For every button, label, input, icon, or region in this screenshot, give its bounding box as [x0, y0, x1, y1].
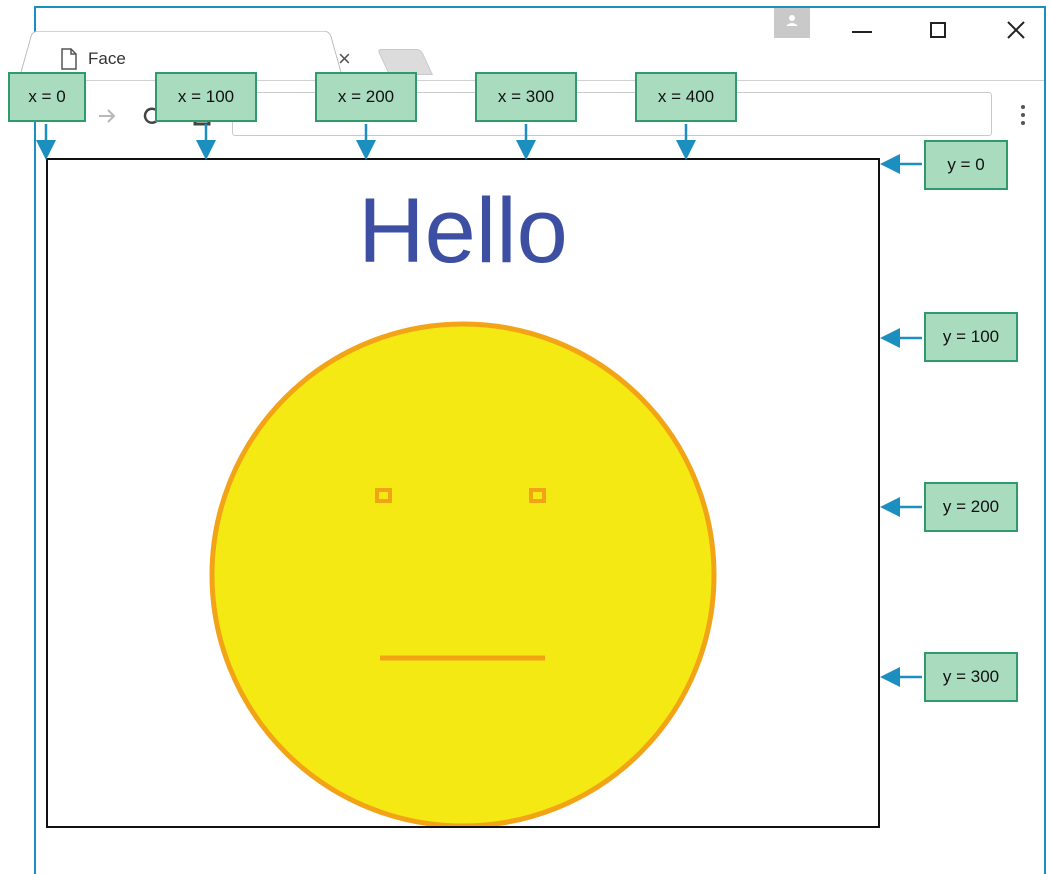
- callout-x-400: x = 400: [635, 72, 737, 122]
- callout-y-200: y = 200: [924, 482, 1018, 532]
- face-circle: [209, 321, 717, 826]
- callout-x-300: x = 300: [475, 72, 577, 122]
- callout-x-200: x = 200: [315, 72, 417, 122]
- callout-x-100: x = 100: [155, 72, 257, 122]
- callout-y-0: y = 0: [924, 140, 1008, 190]
- face-drawing: [209, 321, 717, 826]
- callout-x-0: x = 0: [8, 72, 86, 122]
- callout-y-300: y = 300: [924, 652, 1018, 702]
- figure: Face × Hello x = 0 x = 100 x = 200 x = 3…: [0, 0, 1050, 874]
- callout-y-100: y = 100: [924, 312, 1018, 362]
